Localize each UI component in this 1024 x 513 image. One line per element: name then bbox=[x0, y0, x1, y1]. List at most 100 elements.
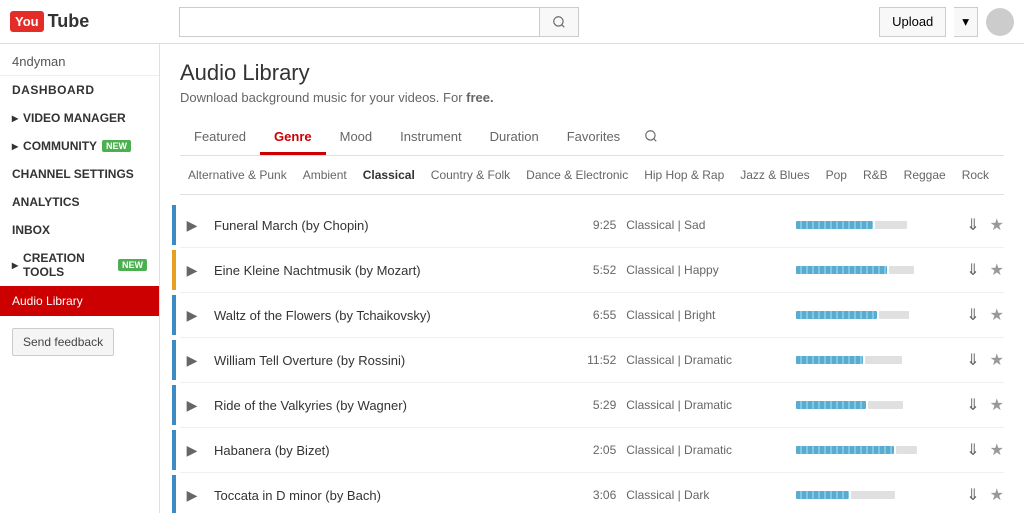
track-title: Eine Kleine Nachtmusik (by Mozart) bbox=[214, 263, 561, 278]
play-button[interactable]: ▶ bbox=[180, 258, 204, 282]
creation-tools-badge: NEW bbox=[118, 259, 147, 271]
download-icon[interactable]: ⇓ bbox=[966, 350, 979, 370]
play-button[interactable]: ▶ bbox=[180, 393, 204, 417]
track-duration: 5:29 bbox=[571, 398, 616, 412]
track-bar-filled bbox=[796, 311, 877, 319]
track-bar-filled bbox=[796, 356, 863, 364]
track-row: ▶ Ride of the Valkyries (by Wagner) 5:29… bbox=[180, 383, 1004, 428]
play-button[interactable]: ▶ bbox=[180, 213, 204, 237]
track-duration: 11:52 bbox=[571, 353, 616, 367]
upload-button[interactable]: Upload bbox=[879, 7, 946, 37]
channel-settings-label: CHANNEL SETTINGS bbox=[12, 167, 134, 181]
tab-featured[interactable]: Featured bbox=[180, 121, 260, 155]
inbox-label: INBOX bbox=[12, 223, 50, 237]
genre-tab-jazz[interactable]: Jazz & Blues bbox=[732, 164, 817, 186]
track-duration: 5:52 bbox=[571, 263, 616, 277]
video-manager-label: VIDEO MANAGER bbox=[23, 111, 126, 125]
track-duration: 3:06 bbox=[571, 488, 616, 502]
track-indicator bbox=[172, 475, 176, 513]
header-right: Upload ▾ bbox=[879, 7, 1014, 37]
header: You Tube Upload ▾ bbox=[0, 0, 1024, 44]
track-actions: ⇓ ★ bbox=[966, 395, 1004, 415]
track-genre: Classical | Dark bbox=[626, 488, 786, 502]
arrow-icon: ▸ bbox=[12, 139, 18, 153]
tab-duration[interactable]: Duration bbox=[476, 121, 553, 155]
track-indicator bbox=[172, 295, 176, 335]
sidebar-item-inbox[interactable]: INBOX bbox=[0, 216, 159, 244]
genre-tab-rock[interactable]: Rock bbox=[954, 164, 997, 186]
arrow-icon: ▸ bbox=[12, 258, 18, 272]
dashboard-label: DASHBOARD bbox=[12, 83, 95, 97]
genre-tab-pop[interactable]: Pop bbox=[818, 164, 855, 186]
track-actions: ⇓ ★ bbox=[966, 260, 1004, 280]
tab-search-icon[interactable] bbox=[634, 121, 668, 155]
genre-tab-classical[interactable]: Classical bbox=[355, 164, 423, 186]
genre-tab-ambient[interactable]: Ambient bbox=[295, 164, 355, 186]
page-subtitle: Download background music for your video… bbox=[180, 90, 1004, 105]
audio-library-label: Audio Library bbox=[12, 294, 83, 308]
search-input[interactable] bbox=[179, 7, 539, 37]
play-button[interactable]: ▶ bbox=[180, 303, 204, 327]
genre-tab-dance[interactable]: Dance & Electronic bbox=[518, 164, 636, 186]
logo-tube: Tube bbox=[48, 11, 90, 32]
avatar[interactable] bbox=[986, 8, 1014, 36]
track-genre: Classical | Sad bbox=[626, 218, 786, 232]
track-bar-container bbox=[796, 491, 956, 499]
star-icon[interactable]: ★ bbox=[990, 440, 1004, 460]
send-feedback-button[interactable]: Send feedback bbox=[12, 328, 114, 356]
genre-tab-country[interactable]: Country & Folk bbox=[423, 164, 518, 186]
track-bar-empty bbox=[851, 491, 894, 499]
track-genre: Classical | Dramatic bbox=[626, 398, 786, 412]
track-actions: ⇓ ★ bbox=[966, 440, 1004, 460]
genre-tab-alt-punk[interactable]: Alternative & Punk bbox=[180, 164, 295, 186]
play-button[interactable]: ▶ bbox=[180, 483, 204, 507]
genre-tab-rnb[interactable]: R&B bbox=[855, 164, 896, 186]
community-label: COMMUNITY bbox=[23, 139, 97, 153]
sidebar: 4ndyman DASHBOARD ▸ VIDEO MANAGER ▸ COMM… bbox=[0, 44, 160, 513]
sidebar-item-audio-library[interactable]: Audio Library bbox=[0, 286, 159, 316]
track-duration: 2:05 bbox=[571, 443, 616, 457]
sidebar-item-creation-tools[interactable]: ▸ CREATION TOOLS NEW bbox=[0, 244, 159, 286]
track-row: ▶ Habanera (by Bizet) 2:05 Classical | D… bbox=[180, 428, 1004, 473]
tab-instrument[interactable]: Instrument bbox=[386, 121, 475, 155]
download-icon[interactable]: ⇓ bbox=[966, 440, 979, 460]
sidebar-item-video-manager[interactable]: ▸ VIDEO MANAGER bbox=[0, 104, 159, 132]
play-button[interactable]: ▶ bbox=[180, 438, 204, 462]
download-icon[interactable]: ⇓ bbox=[966, 395, 979, 415]
search-button[interactable] bbox=[539, 7, 579, 37]
download-icon[interactable]: ⇓ bbox=[966, 215, 979, 235]
star-icon[interactable]: ★ bbox=[990, 350, 1004, 370]
track-bar-container bbox=[796, 221, 956, 229]
upload-dropdown-button[interactable]: ▾ bbox=[954, 7, 978, 37]
track-bar-container bbox=[796, 446, 956, 454]
star-icon[interactable]: ★ bbox=[990, 260, 1004, 280]
genre-tab-reggae[interactable]: Reggae bbox=[896, 164, 954, 186]
download-icon[interactable]: ⇓ bbox=[966, 260, 979, 280]
track-list: ▶ Funeral March (by Chopin) 9:25 Classic… bbox=[180, 203, 1004, 513]
genre-tabs: Alternative & Punk Ambient Classical Cou… bbox=[180, 156, 1004, 195]
tab-genre[interactable]: Genre bbox=[260, 121, 326, 155]
main-content: Audio Library Download background music … bbox=[160, 44, 1024, 513]
sidebar-item-community[interactable]: ▸ COMMUNITY NEW bbox=[0, 132, 159, 160]
sidebar-item-channel-settings[interactable]: CHANNEL SETTINGS bbox=[0, 160, 159, 188]
track-title: William Tell Overture (by Rossini) bbox=[214, 353, 561, 368]
track-bar-filled bbox=[796, 266, 887, 274]
community-badge: NEW bbox=[102, 140, 131, 152]
track-title: Funeral March (by Chopin) bbox=[214, 218, 561, 233]
sidebar-item-dashboard[interactable]: DASHBOARD bbox=[0, 76, 159, 104]
track-bar-filled bbox=[796, 446, 894, 454]
track-bar-filled bbox=[796, 491, 849, 499]
star-icon[interactable]: ★ bbox=[990, 395, 1004, 415]
download-icon[interactable]: ⇓ bbox=[966, 305, 979, 325]
download-icon[interactable]: ⇓ bbox=[966, 485, 979, 505]
play-button[interactable]: ▶ bbox=[180, 348, 204, 372]
genre-tab-hiphop[interactable]: Hip Hop & Rap bbox=[636, 164, 732, 186]
track-row: ▶ Toccata in D minor (by Bach) 3:06 Clas… bbox=[180, 473, 1004, 513]
sidebar-item-analytics[interactable]: ANALYTICS bbox=[0, 188, 159, 216]
track-row: ▶ William Tell Overture (by Rossini) 11:… bbox=[180, 338, 1004, 383]
tab-favorites[interactable]: Favorites bbox=[553, 121, 634, 155]
star-icon[interactable]: ★ bbox=[990, 485, 1004, 505]
star-icon[interactable]: ★ bbox=[990, 305, 1004, 325]
tab-mood[interactable]: Mood bbox=[326, 121, 387, 155]
star-icon[interactable]: ★ bbox=[990, 215, 1004, 235]
